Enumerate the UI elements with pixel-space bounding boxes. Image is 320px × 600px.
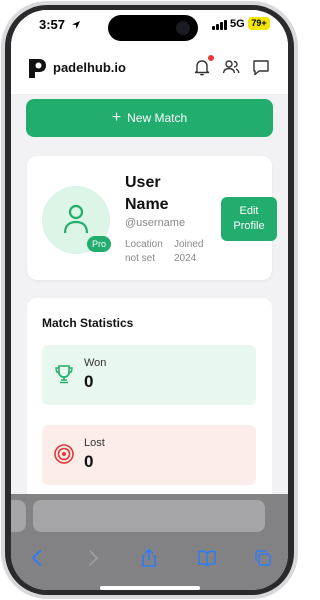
edit-profile-button[interactable]: Edit Profile xyxy=(221,197,277,241)
profile-location-line2: not set xyxy=(125,253,156,264)
user-icon xyxy=(63,204,89,234)
network-type: 5G xyxy=(230,18,245,30)
back-icon[interactable] xyxy=(27,548,47,568)
profile-location-line1: Location xyxy=(125,239,163,250)
profile-joined: Joined 2024 xyxy=(174,238,203,266)
previous-tab-stub[interactable] xyxy=(11,500,26,532)
forward-icon[interactable] xyxy=(83,548,103,568)
battery-indicator: 79+ xyxy=(248,17,270,30)
signal-icon xyxy=(212,20,227,30)
target-icon xyxy=(54,444,74,464)
profile-name-line2: Name xyxy=(125,196,169,213)
profile-name-line1: User xyxy=(125,174,161,191)
stats-title: Match Statistics xyxy=(42,316,134,330)
status-time: 3:57 xyxy=(39,17,66,32)
app-header: padelhub.io xyxy=(11,42,288,95)
match-statistics-card: Match Statistics Won 0 Lost 0 xyxy=(27,298,272,521)
trophy-icon xyxy=(55,365,73,384)
address-bar[interactable] xyxy=(33,500,265,532)
status-bar: 3:57 5G 79+ xyxy=(11,10,288,42)
stat-won: Won 0 xyxy=(42,345,256,405)
profile-name: User Name xyxy=(125,172,195,216)
browser-toolbar xyxy=(11,494,288,590)
plus-icon: + xyxy=(111,109,122,126)
stat-won-label: Won xyxy=(84,357,107,369)
camera-icon xyxy=(176,21,190,35)
bookmarks-icon[interactable] xyxy=(197,548,217,568)
stat-lost-label: Lost xyxy=(84,437,105,449)
screen: 3:57 5G 79+ padelhub.io + New Match Pro … xyxy=(11,10,288,590)
phone-frame: 3:57 5G 79+ padelhub.io + New Match Pro … xyxy=(0,0,299,600)
home-indicator xyxy=(100,586,200,590)
logo-icon[interactable] xyxy=(27,57,47,79)
location-arrow-icon xyxy=(72,21,80,29)
pro-badge: Pro xyxy=(87,236,111,252)
new-match-button[interactable]: + New Match xyxy=(26,99,273,137)
brand-name[interactable]: padelhub.io xyxy=(53,60,126,75)
message-icon[interactable] xyxy=(250,56,272,78)
notification-dot xyxy=(208,55,214,61)
edit-profile-line1: Edit xyxy=(239,205,259,217)
users-icon[interactable] xyxy=(220,56,242,78)
profile-joined-line2: 2024 xyxy=(174,253,197,264)
stat-lost: Lost 0 xyxy=(42,425,256,485)
share-icon[interactable] xyxy=(139,548,159,568)
profile-username: @username xyxy=(125,217,186,229)
dynamic-island xyxy=(108,15,198,41)
stat-won-value: 0 xyxy=(84,372,94,391)
stat-lost-value: 0 xyxy=(84,452,94,471)
new-match-label: New Match xyxy=(127,111,188,125)
tabs-icon[interactable] xyxy=(253,548,273,568)
profile-location: Location not set xyxy=(125,238,163,266)
edit-profile-line2: Profile xyxy=(233,220,265,232)
profile-card: Pro User Name @username Location not set… xyxy=(27,156,277,280)
profile-joined-line1: Joined xyxy=(174,239,204,250)
